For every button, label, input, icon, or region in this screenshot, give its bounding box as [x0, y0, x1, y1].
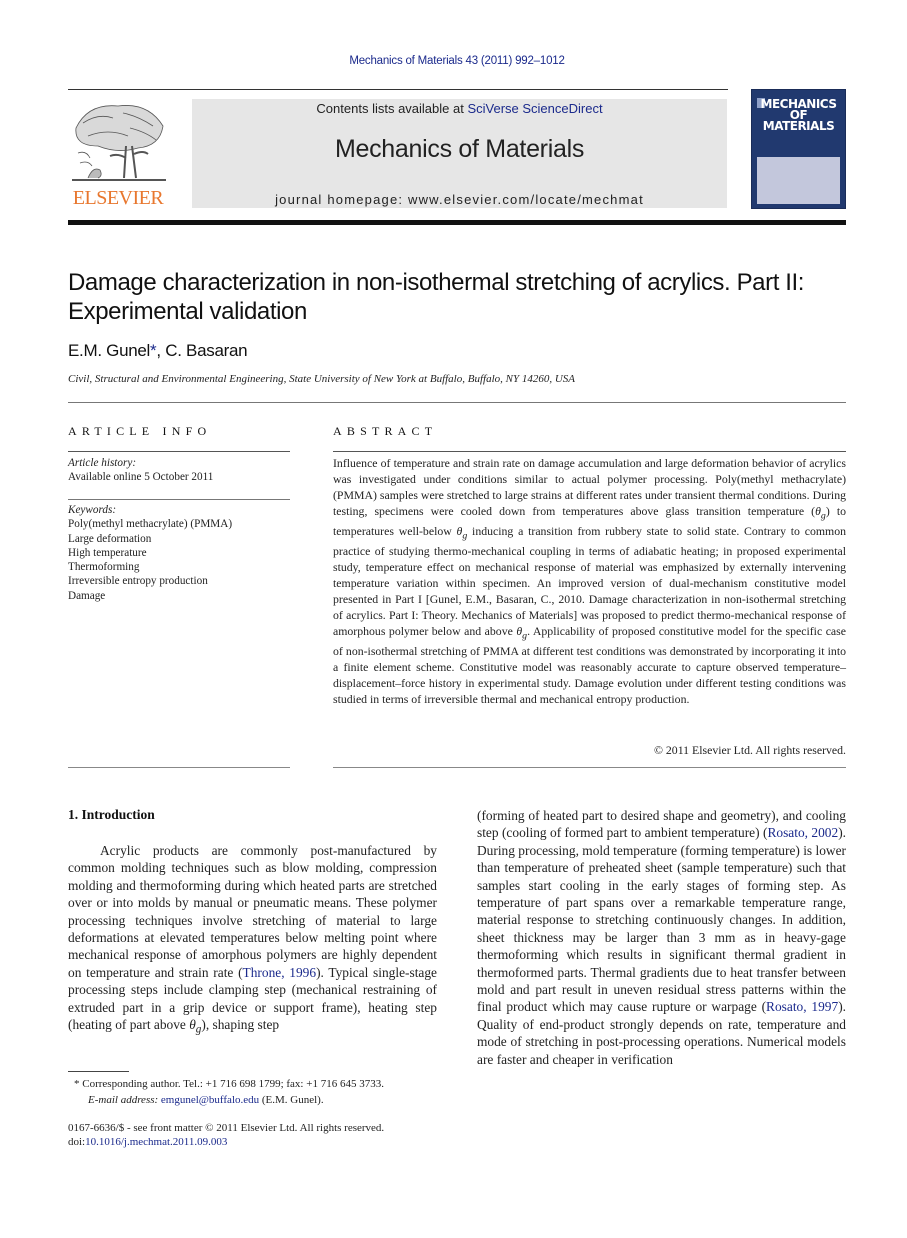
- email-link[interactable]: emgunel@buffalo.edu: [161, 1094, 259, 1106]
- footnote-text: Corresponding author. Tel.: +1 716 698 1…: [79, 1078, 384, 1090]
- abstract-segment: inducing a transition from rubbery state…: [333, 523, 846, 638]
- elsevier-wordmark: ELSEVIER: [72, 187, 164, 209]
- cover-image-panel: [757, 157, 840, 204]
- cover-title: MECHANICS OF MATERIALS: [752, 98, 845, 133]
- author-name[interactable]: C. Basaran: [165, 341, 247, 360]
- issn-line: 0167-6636/$ - see front matter © 2011 El…: [68, 1122, 385, 1134]
- history-value: Available online 5 October 2011: [68, 471, 214, 484]
- author-list: E.M. Gunel*, C. Basaran: [68, 341, 248, 361]
- keyword-item: Thermoforming: [68, 561, 140, 574]
- divider: [68, 499, 290, 500]
- tree-icon: [72, 105, 166, 181]
- footnote-rule: [68, 1071, 129, 1072]
- keywords-list: Keywords: Poly(methyl methacrylate) (PMM…: [68, 503, 290, 603]
- body-text: ), shaping step: [201, 1017, 280, 1033]
- email-note: E-mail address: emgunel@buffalo.edu (E.M…: [68, 1092, 448, 1108]
- keyword-item: Irreversible entropy production: [68, 575, 208, 588]
- doi-line: doi:10.1016/j.mechmat.2011.09.003: [68, 1135, 448, 1149]
- abstract-text: Influence of temperature and strain rate…: [333, 456, 846, 708]
- doi-link[interactable]: 10.1016/j.mechmat.2011.09.003: [85, 1136, 227, 1148]
- copyright-notice: © 2011 Elsevier Ltd. All rights reserved…: [654, 743, 846, 757]
- contents-line: Contents lists available at SciVerse Sci…: [192, 101, 727, 116]
- citation-link[interactable]: Rosato, 2002: [767, 825, 838, 840]
- citation-link[interactable]: Throne, 1996: [243, 965, 317, 980]
- article-info-heading: ARTICLE INFO: [68, 424, 212, 438]
- body-text: ). During processing, mold temperature (…: [477, 825, 846, 1015]
- email-label: E-mail address:: [88, 1094, 159, 1106]
- article-title: Damage characterization in non-isotherma…: [68, 269, 805, 325]
- author-affiliation: Civil, Structural and Environmental Engi…: [68, 373, 575, 385]
- abstract-segment: Influence of temperature and strain rate…: [333, 456, 846, 518]
- author-name[interactable]: E.M. Gunel: [68, 341, 150, 360]
- email-suffix: (E.M. Gunel).: [259, 1094, 324, 1106]
- corresponding-author-note: * Corresponding author. Tel.: +1 716 698…: [68, 1076, 448, 1092]
- issn-doi-block: 0167-6636/$ - see front matter © 2011 El…: [68, 1121, 448, 1149]
- body-text: Acrylic products are commonly post-manuf…: [68, 843, 437, 980]
- keyword-item: High temperature: [68, 546, 147, 559]
- divider: [68, 767, 290, 768]
- divider: [68, 451, 290, 452]
- doi-prefix: doi:: [68, 1136, 86, 1148]
- keyword-item: Poly(methyl methacrylate) (PMMA): [68, 518, 233, 531]
- author-separator: ,: [156, 341, 166, 360]
- journal-citation-link[interactable]: Mechanics of Materials 43 (2011) 992–101…: [0, 55, 907, 67]
- keyword-item: Damage: [68, 589, 106, 602]
- body-column-left: Acrylic products are commonly post-manuf…: [68, 842, 437, 1039]
- theta-symbol: θ: [189, 1017, 196, 1033]
- divider: [333, 767, 846, 768]
- keywords-label: Keywords:: [68, 504, 117, 516]
- header-thick-rule: [68, 220, 846, 225]
- header-rule: [68, 89, 728, 90]
- journal-masthead: Contents lists available at SciVerse Sci…: [192, 99, 727, 208]
- section-heading: 1. Introduction: [68, 807, 155, 822]
- footnote: * Corresponding author. Tel.: +1 716 698…: [68, 1076, 448, 1108]
- body-column-right: (forming of heated part to desired shape…: [477, 807, 846, 1068]
- divider: [333, 451, 846, 452]
- citation-link[interactable]: Rosato, 1997: [766, 999, 838, 1014]
- journal-title: Mechanics of Materials: [334, 135, 585, 163]
- cover-title-line: MATERIALS: [762, 119, 835, 133]
- history-label: Article history:: [68, 457, 137, 469]
- journal-cover-image[interactable]: MECHANICS OF MATERIALS: [751, 89, 846, 209]
- abstract-heading: ABSTRACT: [333, 424, 438, 438]
- divider: [68, 402, 846, 403]
- keyword-item: Large deformation: [68, 532, 152, 545]
- article-history: Article history: Available online 5 Octo…: [68, 456, 290, 485]
- sciencedirect-link[interactable]: SciVerse ScienceDirect: [467, 101, 602, 116]
- journal-homepage-link[interactable]: journal homepage: www.elsevier.com/locat…: [192, 192, 727, 207]
- elsevier-logo[interactable]: ELSEVIER: [68, 98, 168, 210]
- contents-prefix: Contents lists available at: [316, 101, 468, 116]
